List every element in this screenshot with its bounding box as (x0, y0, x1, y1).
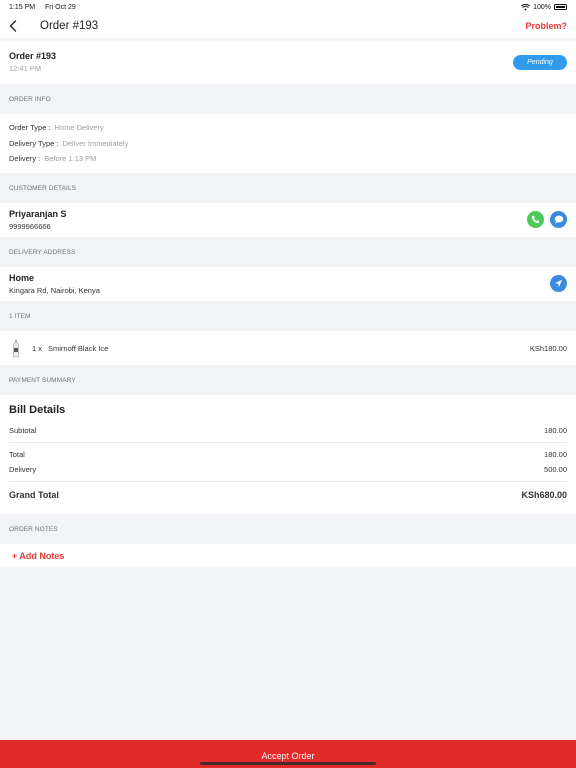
wifi-icon (521, 3, 531, 11)
order-time: 12:41 PM (9, 64, 42, 73)
phone-icon (531, 215, 540, 224)
call-button[interactable] (527, 211, 544, 228)
item-quantity: 1 x (32, 343, 43, 353)
section-label-items: 1 ITEM (9, 312, 31, 320)
status-bar: 1:15 PM Fri Oct 29 100% (0, 0, 576, 14)
section-label-order-info: ORDER INFO (9, 95, 51, 103)
item-price: KSh180.00 (529, 343, 567, 353)
subtotal-row: Subtotal 180.00 (9, 426, 567, 435)
chat-button[interactable] (550, 211, 567, 228)
address-card: Home Kingara Rd, Nairobi, Kenya (0, 267, 576, 301)
page-title: Order #193 (40, 20, 99, 32)
total-row: Total 180.00 (9, 450, 567, 459)
delivery-time-row: Delivery : Before 1:13 PM (9, 154, 97, 163)
bill-details-card: Bill Details Subtotal 180.00 Total 180.00 … (0, 395, 576, 514)
section-label-address: DELIVERY ADDRESS (9, 248, 76, 256)
customer-name: Priyaranjan S (9, 209, 67, 219)
status-badge: Pending (513, 55, 567, 70)
delivery-fee-row: Delivery 500.00 (9, 465, 567, 474)
section-label-notes: ORDER NOTES (9, 525, 58, 533)
problem-button[interactable]: Problem? (525, 21, 567, 31)
bill-title: Bill Details (9, 404, 66, 416)
add-notes-button[interactable]: + Add Notes (0, 544, 576, 567)
grand-total-row: Grand Total KSh680.00 (9, 489, 567, 500)
address-line: Kingara Rd, Nairobi, Kenya (9, 286, 100, 295)
customer-phone: 9999966666 (9, 222, 51, 231)
delivery-type-row: Delivery Type : Deliver Immediately (9, 138, 129, 148)
order-header: Order #193 12:41 PM Pending (0, 41, 576, 84)
item-row: 1 x Smirnoff Black Ice KSh180.00 (0, 331, 576, 365)
battery-percent: 100% (533, 3, 551, 11)
order-type-row: Order Type : Home Delivery (9, 123, 104, 132)
home-indicator (200, 762, 376, 765)
chat-bubble-icon (554, 215, 563, 224)
bottle-icon (13, 339, 19, 357)
navigate-button[interactable] (550, 275, 567, 292)
section-label-customer: CUSTOMER DETAILS (9, 184, 77, 192)
divider (9, 481, 567, 482)
item-name: Smirnoff Black Ice (48, 343, 109, 353)
customer-card: Priyaranjan S 9999966666 (0, 203, 576, 237)
nav-bar: Order #193 Problem? (0, 14, 576, 38)
status-date: Fri Oct 29 (45, 3, 76, 11)
divider (9, 442, 567, 443)
back-button[interactable] (9, 19, 21, 33)
order-number: Order #193 (9, 51, 57, 61)
section-label-payment: PAYMENT SUMMARY (9, 376, 76, 384)
status-time: 1:15 PM (9, 3, 36, 11)
address-label: Home (9, 273, 35, 283)
chevron-left-icon (9, 20, 17, 32)
navigation-arrow-icon (554, 279, 563, 288)
battery-icon (554, 4, 567, 10)
order-info-card: Order Type : Home Delivery Delivery Type … (0, 114, 576, 173)
